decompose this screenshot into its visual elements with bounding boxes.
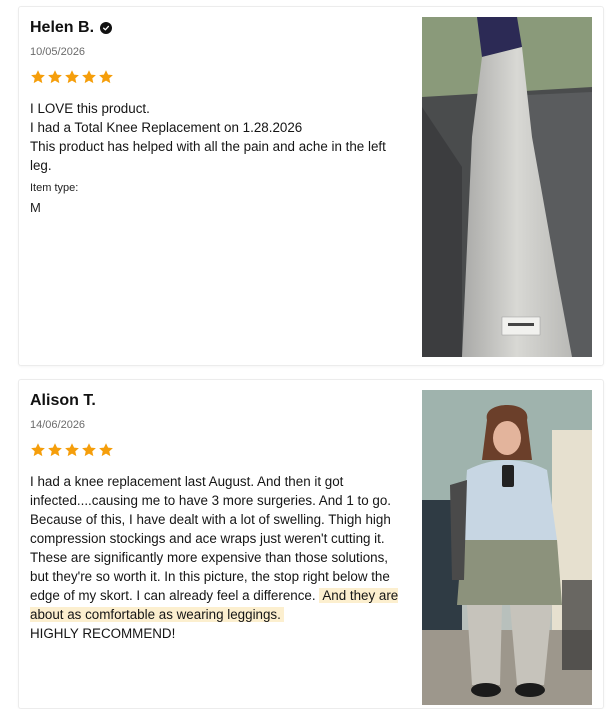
review-line: I LOVE this product. bbox=[30, 101, 150, 116]
star-icon bbox=[99, 443, 113, 457]
review-body: I had a knee replacement last August. An… bbox=[30, 472, 402, 643]
star-icon bbox=[48, 70, 62, 84]
review-author: Helen B. bbox=[30, 19, 113, 37]
review-date: 14/06/2026 bbox=[30, 419, 86, 431]
review-line: HIGHLY RECOMMEND! bbox=[30, 626, 176, 641]
star-icon bbox=[99, 70, 113, 84]
review-line: Because of this, I have dealt with a lot… bbox=[30, 512, 391, 546]
star-rating bbox=[30, 69, 114, 85]
review-date: 10/05/2026 bbox=[30, 46, 86, 58]
review-card: Helen B. 10/05/2026 I LOVE this product.… bbox=[18, 6, 604, 366]
item-type-value: M bbox=[30, 200, 41, 215]
star-icon bbox=[48, 443, 62, 457]
review-photo[interactable] bbox=[422, 390, 592, 705]
author-name: Alison T. bbox=[30, 392, 96, 409]
item-type-label: Item type: bbox=[30, 182, 79, 194]
review-line: This product has helped with all the pai… bbox=[30, 139, 386, 173]
review-author: Alison T. bbox=[30, 392, 96, 410]
review-line: These are significantly more expensive t… bbox=[30, 550, 399, 622]
star-rating bbox=[30, 442, 114, 458]
review-line: I had a knee replacement last August. An… bbox=[30, 474, 392, 508]
review-photo[interactable] bbox=[422, 17, 592, 357]
star-icon bbox=[82, 443, 96, 457]
review-card: Alison T. 14/06/2026 I had a knee replac… bbox=[18, 379, 604, 709]
star-icon bbox=[82, 70, 96, 84]
review-body: I LOVE this product. I had a Total Knee … bbox=[30, 99, 402, 175]
review-line: I had a Total Knee Replacement on 1.28.2… bbox=[30, 120, 303, 135]
star-icon bbox=[65, 70, 79, 84]
star-icon bbox=[65, 443, 79, 457]
star-icon bbox=[31, 443, 45, 457]
star-icon bbox=[31, 70, 45, 84]
verified-check-icon bbox=[100, 22, 113, 34]
author-name: Helen B. bbox=[30, 19, 95, 36]
